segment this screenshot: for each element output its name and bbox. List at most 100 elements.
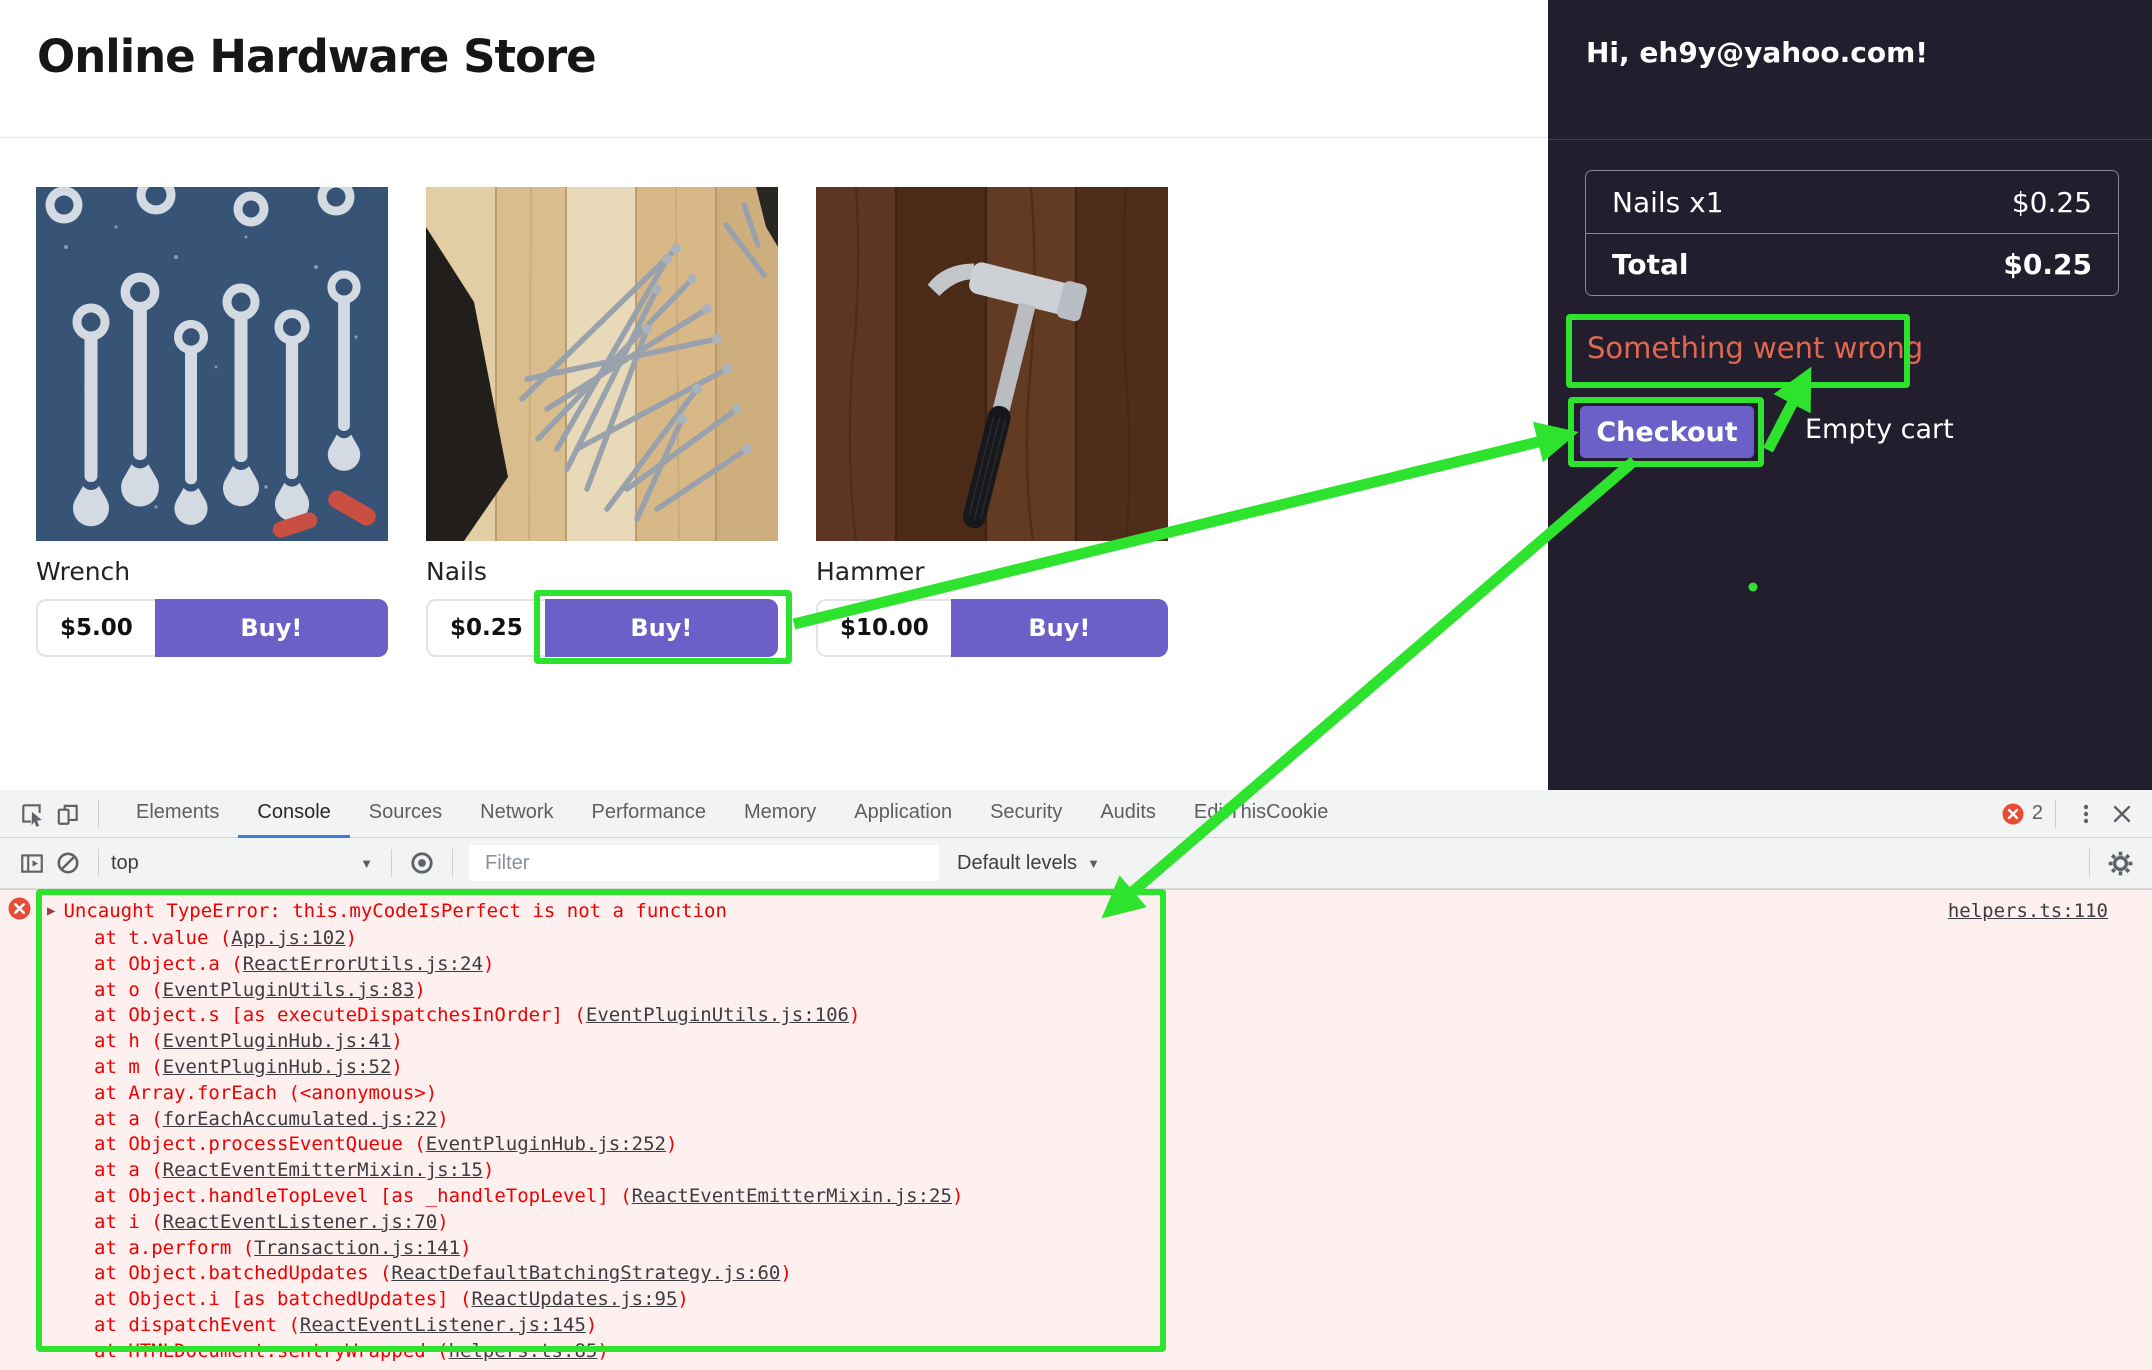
stack-frame: at Object.s [as executeDispatchesInOrder… (0, 1003, 2152, 1029)
stack-frame: at a (forEachAccumulated.js:22) (0, 1107, 2152, 1133)
empty-cart-link[interactable]: Empty cart (1805, 414, 1954, 445)
stack-frame: at Array.forEach (<anonymous>) (0, 1081, 2152, 1107)
stack-frame: at h (EventPluginHub.js:41) (0, 1029, 2152, 1055)
stack-source-link[interactable]: ReactErrorUtils.js:24 (243, 953, 483, 975)
buy-button-hammer[interactable]: Buy! (951, 599, 1168, 657)
error-count-value: 2 (2032, 802, 2043, 825)
cart-item-label: Nails x1 (1612, 186, 1724, 219)
source-link[interactable]: helpers.ts:110 (1948, 900, 2108, 922)
console-error-count[interactable]: 2 (2002, 802, 2043, 825)
stack-source-link[interactable]: ReactUpdates.js:95 (472, 1288, 678, 1310)
stack-source-link[interactable]: helpers.ts:85 (449, 1340, 598, 1362)
stack-source-link[interactable]: EventPluginHub.js:52 (163, 1056, 392, 1078)
chevron-down-icon: ▼ (360, 856, 373, 871)
console-toolbar: top ▼ Default levels ▼ (0, 838, 2152, 889)
devtools-tab[interactable]: Performance (573, 790, 726, 838)
sidebar-header: Hi, eh9y@yahoo.com! (1548, 0, 2152, 140)
cart-summary: Nails x1 $0.25 Total $0.25 (1585, 170, 2119, 296)
expand-triangle-icon[interactable]: ▶ (47, 903, 55, 919)
stack-frame: at HTMLDocument.sentryWrapped (helpers.t… (0, 1339, 2152, 1365)
user-greeting: Hi, eh9y@yahoo.com! (1548, 0, 2152, 69)
product-name: Nails (426, 557, 778, 586)
clear-console-icon[interactable] (50, 845, 86, 881)
stack-frame: at Object.a (ReactErrorUtils.js:24) (0, 952, 2152, 978)
stack-source-link[interactable]: ReactEventEmitterMixin.js:15 (163, 1159, 483, 1181)
divider (452, 849, 453, 877)
stack-frame: at dispatchEvent (ReactEventListener.js:… (0, 1313, 2152, 1339)
devtools-tab[interactable]: Security (971, 790, 1081, 838)
settings-gear-icon[interactable] (2102, 845, 2138, 881)
devtools-tabbar: Elements Console Sources Network Perform… (0, 790, 2152, 838)
store-header: Online Hardware Store (0, 0, 1548, 138)
cart-item-amount: $0.25 (2012, 186, 2092, 219)
price-row: $5.00 Buy! (36, 599, 388, 657)
stack-frame: at m (EventPluginHub.js:52) (0, 1055, 2152, 1081)
price-row: $10.00 Buy! (816, 599, 1168, 657)
inspect-element-icon[interactable] (14, 796, 50, 832)
product-name: Wrench (36, 557, 388, 586)
stack-source-link[interactable]: forEachAccumulated.js:22 (163, 1108, 438, 1130)
stack-source-link[interactable]: ReactDefaultBatchingStrategy.js:60 (391, 1262, 780, 1284)
wrench-product-image (36, 187, 388, 541)
product-card-nails: Nails $0.25 Buy! (426, 187, 778, 657)
price-label: $5.00 (36, 599, 155, 657)
product-name: Hammer (816, 557, 1168, 586)
stack-frame: at i (ReactEventListener.js:70) (0, 1210, 2152, 1236)
chevron-down-icon: ▼ (1087, 856, 1100, 871)
stack-source-link[interactable]: EventPluginUtils.js:106 (586, 1004, 849, 1026)
cart-item-row: Nails x1 $0.25 (1586, 171, 2118, 233)
log-levels-select[interactable]: Default levels ▼ (957, 852, 1100, 875)
stack-frame: at a (ReactEventEmitterMixin.js:15) (0, 1158, 2152, 1184)
stack-frame: at Object.handleTopLevel [as _handleTopL… (0, 1184, 2152, 1210)
nails-product-image (426, 187, 778, 541)
kebab-menu-icon[interactable] (2068, 796, 2104, 832)
stack-source-link[interactable]: App.js:102 (231, 927, 345, 949)
screen: Online Hardware Store (0, 0, 2152, 1370)
console-sidebar-toggle-icon[interactable] (14, 845, 50, 881)
stack-frame: at Object.i [as batchedUpdates] (ReactUp… (0, 1287, 2152, 1313)
error-message: Something went wrong (1587, 331, 1923, 365)
stack-frame: at Object.processEventQueue (EventPlugin… (0, 1132, 2152, 1158)
devtools-tab[interactable]: Application (835, 790, 971, 838)
price-row: $0.25 Buy! (426, 599, 778, 657)
cart-total-label: Total (1612, 248, 1689, 281)
store-page: Online Hardware Store (0, 0, 1548, 790)
javascript-context-select[interactable]: top ▼ (111, 852, 379, 875)
cart-total-row: Total $0.25 (1586, 233, 2118, 295)
devtools-tab[interactable]: Console (238, 790, 349, 838)
checkout-button[interactable]: Checkout (1580, 406, 1754, 458)
devtools-tab[interactable]: Sources (350, 790, 461, 838)
price-label: $0.25 (426, 599, 545, 657)
devtools-tab[interactable]: Elements (117, 790, 238, 838)
close-devtools-icon[interactable] (2104, 796, 2140, 832)
divider (98, 800, 99, 828)
buy-button-nails[interactable]: Buy! (545, 599, 778, 657)
stack-source-link[interactable]: EventPluginHub.js:41 (163, 1030, 392, 1052)
stack-frame: at Object.batchedUpdates (ReactDefaultBa… (0, 1261, 2152, 1287)
error-badge-icon (2002, 803, 2024, 825)
devtools-tab[interactable]: Audits (1081, 790, 1175, 838)
stack-source-link[interactable]: EventPluginUtils.js:83 (163, 979, 415, 1001)
cart-total-amount: $0.25 (2003, 248, 2092, 281)
devtools-tabs: Elements Console Sources Network Perform… (117, 790, 1347, 838)
stack-source-link[interactable]: ReactEventEmitterMixin.js:25 (632, 1185, 952, 1207)
price-label: $10.00 (816, 599, 951, 657)
cart-sidebar: Hi, eh9y@yahoo.com! Nails x1 $0.25 Total… (1548, 0, 2152, 790)
tabbar-right-controls: 2 (2002, 796, 2140, 832)
devtools-tab[interactable]: EditThisCookie (1175, 790, 1348, 838)
stack-trace: at t.value (App.js:102) at Object.a (Rea… (0, 926, 2152, 1365)
divider (2055, 800, 2056, 828)
product-list: Wrench $5.00 Buy! (36, 187, 1168, 657)
devtools-tab[interactable]: Network (461, 790, 572, 838)
stack-source-link[interactable]: ReactEventListener.js:70 (163, 1211, 438, 1233)
context-value: top (111, 852, 139, 875)
devtools-tab[interactable]: Memory (725, 790, 835, 838)
device-toolbar-icon[interactable] (50, 796, 86, 832)
stack-frame: at t.value (App.js:102) (0, 926, 2152, 952)
buy-button-wrench[interactable]: Buy! (155, 599, 388, 657)
stack-source-link[interactable]: EventPluginHub.js:252 (426, 1133, 666, 1155)
stack-source-link[interactable]: ReactEventListener.js:145 (300, 1314, 586, 1336)
live-expression-eye-icon[interactable] (404, 845, 440, 881)
stack-source-link[interactable]: Transaction.js:141 (254, 1237, 460, 1259)
console-filter-input[interactable] (469, 845, 939, 881)
